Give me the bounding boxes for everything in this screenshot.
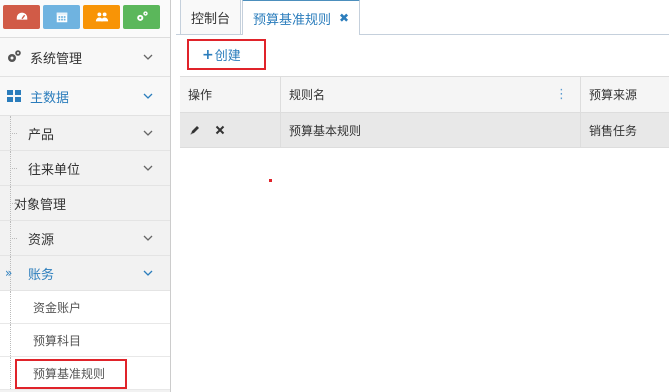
nav-label-master-data: 主数据 — [30, 90, 70, 106]
calendar-shortcut-button[interactable] — [43, 5, 80, 29]
tab-budget-base-rule[interactable]: 预算基准规则 ✖ — [242, 0, 361, 35]
create-button[interactable]: + 创建 — [202, 45, 241, 65]
cogs-icon — [6, 49, 22, 65]
tab-label: 控制台 — [191, 11, 231, 27]
column-menu-icon[interactable]: ⋮ — [555, 87, 568, 102]
cogs-icon — [136, 11, 148, 21]
sidebar-item-accounts[interactable]: » 账务 — [0, 256, 170, 291]
column-header-rule-name[interactable]: 规则名 ⋮ — [281, 77, 581, 112]
chevron-down-icon — [138, 165, 158, 171]
cell-text: 预算基本规则 — [289, 123, 362, 138]
sub-label: 对象管理 — [14, 197, 67, 213]
shortcut-bar — [0, 0, 170, 38]
settings-shortcut-button[interactable] — [123, 5, 160, 29]
cell-text: 销售任务 — [589, 123, 638, 138]
rules-table: 操作 规则名 ⋮ 预算来源 预算基本规则 销售任务 — [180, 76, 669, 148]
table-header: 操作 规则名 ⋮ 预算来源 — [180, 76, 669, 113]
delete-icon[interactable] — [213, 123, 227, 137]
create-label: 创建 — [214, 49, 241, 64]
sidebar-item-budget-subject[interactable]: 预算科目 — [0, 324, 170, 357]
chevron-down-icon — [138, 54, 158, 60]
users-shortcut-button[interactable] — [83, 5, 120, 29]
sidebar-item-partners[interactable]: 往来单位 — [0, 151, 170, 186]
nav-item-system-management[interactable]: 系统管理 — [0, 38, 170, 77]
double-chevron-right-icon: » — [5, 266, 13, 280]
chevron-down-icon — [138, 93, 158, 99]
leaf-label: 预算科目 — [33, 333, 82, 348]
table-row[interactable]: 预算基本规则 销售任务 — [180, 113, 669, 148]
marker-dot — [269, 179, 272, 182]
sidebar: 系统管理 主数据 产品 往来单位 对象管理 资源 » 账务 资金账户 预算科目 … — [0, 0, 171, 392]
column-header-label: 预算来源 — [589, 88, 638, 102]
nav-label-system: 系统管理 — [30, 51, 83, 67]
dashboard-shortcut-button[interactable] — [3, 5, 40, 29]
sub-label: 往来单位 — [28, 162, 81, 178]
row-actions — [180, 113, 281, 147]
tab-label: 预算基准规则 — [253, 12, 332, 28]
sidebar-item-object-management[interactable]: 对象管理 — [0, 186, 170, 221]
grid-icon — [6, 88, 22, 104]
main-content: 控制台 预算基准规则 ✖ + 创建 操作 规则名 ⋮ 预算来源 预算基本规则 销… — [176, 0, 669, 392]
toolbar: + 创建 — [176, 35, 669, 75]
close-icon[interactable]: ✖ — [339, 11, 349, 25]
sub-label: 资源 — [28, 232, 55, 248]
column-header-budget-source[interactable]: 预算来源 — [581, 77, 669, 112]
sidebar-item-resources[interactable]: 资源 — [0, 221, 170, 256]
tab-bar: 控制台 预算基准规则 ✖ — [176, 0, 669, 35]
nav-item-master-data[interactable]: 主数据 — [0, 77, 170, 116]
sidebar-item-product[interactable]: 产品 — [0, 116, 170, 151]
leaf-label: 资金账户 — [33, 300, 82, 315]
dashboard-icon — [16, 12, 27, 20]
column-header-label: 规则名 — [289, 88, 326, 102]
chevron-down-icon — [138, 130, 158, 136]
cell-rule-name: 预算基本规则 — [281, 113, 581, 147]
edit-icon[interactable] — [188, 123, 202, 137]
leaf-label: 预算基准规则 — [33, 366, 106, 381]
tab-console[interactable]: 控制台 — [180, 0, 242, 34]
plus-icon: + — [202, 46, 214, 63]
cell-budget-source: 销售任务 — [581, 113, 669, 147]
sidebar-item-budget-base-rule[interactable]: 预算基准规则 — [0, 357, 170, 390]
chevron-down-icon — [138, 235, 158, 241]
sub-label: 账务 — [28, 267, 55, 283]
column-header-actions: 操作 — [180, 77, 281, 112]
sub-label: 产品 — [28, 127, 55, 143]
calendar-icon — [56, 12, 67, 23]
column-header-label: 操作 — [188, 88, 213, 102]
sidebar-item-fund-account[interactable]: 资金账户 — [0, 291, 170, 324]
chevron-down-icon — [138, 270, 158, 276]
users-icon — [95, 12, 108, 22]
